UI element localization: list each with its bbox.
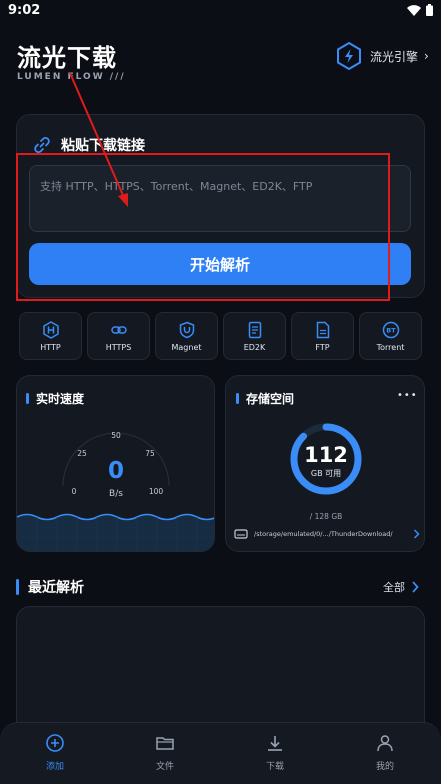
- storage-free-value: 112: [304, 443, 348, 467]
- nav-files[interactable]: 文件: [125, 733, 205, 772]
- protocol-label: Torrent: [376, 342, 405, 352]
- storage-path: /storage/emulated/0/.../ThunderDownload/: [254, 530, 393, 538]
- gauge-tick: 50: [111, 431, 121, 440]
- accent-bar: [16, 579, 19, 595]
- accent-bar: [236, 393, 239, 404]
- speed-gauge: 0 25 50 75 100 0 B/s: [17, 431, 214, 551]
- more-options-icon[interactable]: •••: [397, 390, 418, 401]
- gauge-tick: 75: [145, 449, 155, 458]
- chevron-right-icon: [412, 581, 419, 593]
- folder-icon: [156, 737, 174, 750]
- http-icon: [42, 320, 59, 339]
- chevron-right-icon: [413, 529, 420, 539]
- link-icon: [110, 325, 127, 334]
- bt-icon: BT: [382, 321, 399, 338]
- storage-card: 存储空间 ••• 112 GB 可用 / 128 GB /storage/emu…: [225, 375, 425, 552]
- nav-add[interactable]: 添加: [15, 733, 95, 772]
- storage-free-label: GB 可用: [311, 469, 341, 478]
- nav-downloads[interactable]: 下载: [235, 733, 315, 772]
- gauge-tick: 0: [72, 487, 77, 496]
- see-all-label: 全部: [383, 581, 405, 594]
- protocol-torrent[interactable]: BT Torrent: [359, 312, 422, 360]
- download-icon: [268, 736, 282, 751]
- recent-header: 最近解析: [16, 577, 84, 597]
- protocol-https[interactable]: HTTPS: [87, 312, 150, 360]
- protocol-label: Magnet: [171, 342, 202, 352]
- gauge-tick: 100: [149, 487, 164, 496]
- speed-value: 0: [108, 458, 124, 484]
- storage-card-header: 存储空间: [236, 390, 294, 407]
- document-icon: [248, 321, 261, 338]
- add-icon: [46, 734, 64, 752]
- nav-label: 文件: [155, 762, 174, 772]
- nav-label: 我的: [375, 762, 394, 772]
- nav-label: 下载: [265, 762, 284, 772]
- protocol-ed2k[interactable]: ED2K: [223, 312, 286, 360]
- protocol-label: FTP: [315, 342, 330, 352]
- nav-profile[interactable]: 我的: [345, 733, 425, 772]
- recent-title: 最近解析: [28, 580, 84, 596]
- protocol-magnet[interactable]: Magnet: [155, 312, 218, 360]
- protocol-http[interactable]: HTTP: [19, 312, 82, 360]
- storage-path-row[interactable]: /storage/emulated/0/.../ThunderDownload/: [234, 529, 420, 539]
- protocol-ftp[interactable]: FTP: [291, 312, 354, 360]
- drive-icon: [234, 529, 248, 539]
- gauge-tick: 25: [77, 449, 87, 458]
- storage-title: 存储空间: [246, 392, 295, 406]
- storage-ring: 112 GB 可用: [290, 423, 362, 495]
- speed-unit: B/s: [109, 489, 123, 499]
- magnet-icon: [179, 321, 194, 338]
- nav-label: 添加: [45, 762, 64, 772]
- user-icon: [377, 735, 393, 752]
- see-all-link[interactable]: 全部: [383, 579, 419, 595]
- protocol-label: HTTP: [40, 342, 61, 352]
- protocol-label: HTTPS: [105, 342, 132, 352]
- protocol-label: ED2K: [243, 342, 266, 352]
- storage-total: / 128 GB: [309, 512, 343, 521]
- file-icon: [316, 321, 329, 338]
- svg-text:BT: BT: [386, 326, 396, 334]
- speed-card: 实时速度 0 25 50 75 100 0 B/s: [16, 375, 215, 552]
